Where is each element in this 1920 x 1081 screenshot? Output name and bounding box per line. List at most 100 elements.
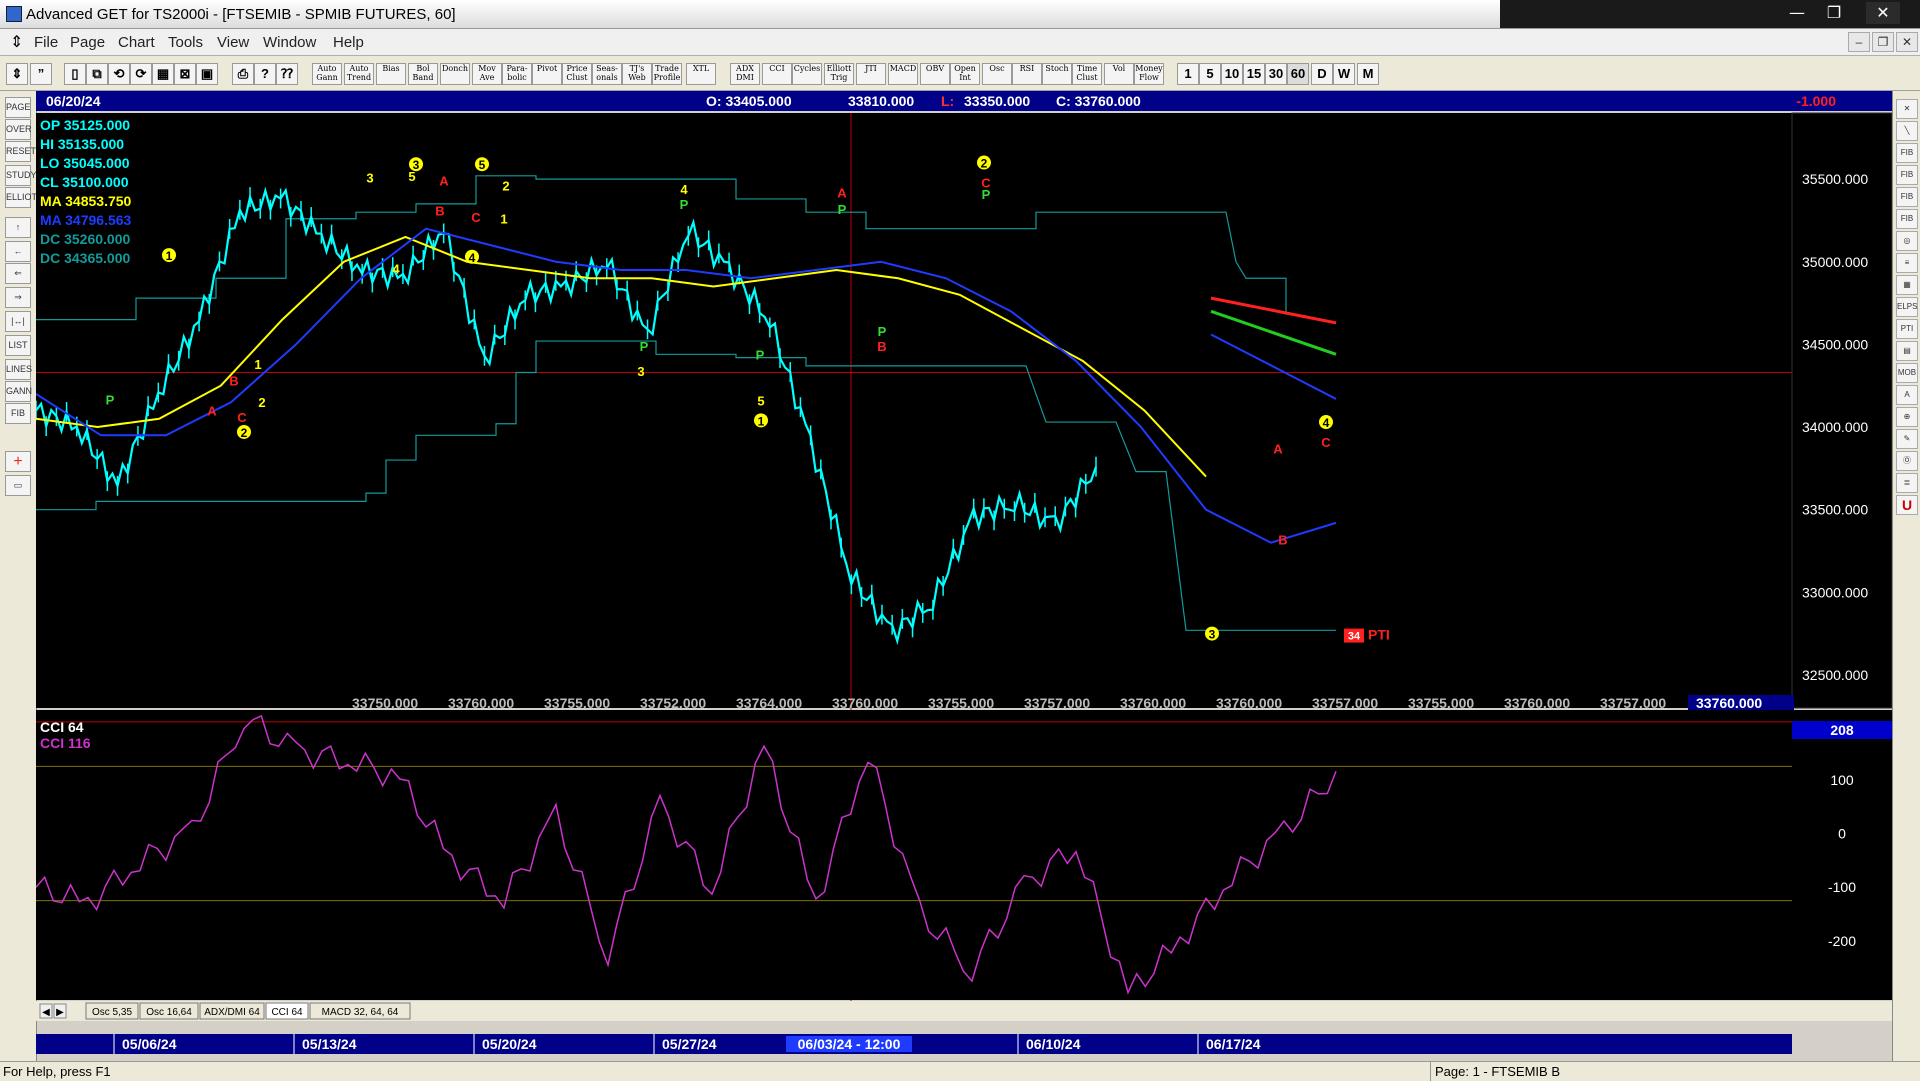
right-tool-13[interactable]: A <box>1896 385 1918 405</box>
mdi-restore-button[interactable]: ❐ <box>1872 32 1894 52</box>
help-icon[interactable]: ? <box>254 63 276 85</box>
quote-icon[interactable]: ” <box>30 63 52 85</box>
study-button-5[interactable]: Mov Ave <box>472 63 502 85</box>
menu-tools[interactable]: Tools <box>168 34 203 51</box>
right-tool-7[interactable]: ≡ <box>1896 253 1918 273</box>
study-button-19[interactable]: OBV <box>920 63 950 85</box>
study-button-24[interactable]: Time Clust <box>1072 63 1102 85</box>
left-tool-13[interactable]: FIB <box>5 403 31 424</box>
cci-pane[interactable] <box>36 710 1792 1000</box>
price-pane[interactable] <box>36 113 1892 708</box>
left-tool-7[interactable]: ⇐ <box>5 263 31 284</box>
right-tool-17[interactable]: ≣ <box>1896 473 1918 493</box>
study-button-11[interactable]: Trade Profile <box>652 63 682 85</box>
delete-icon[interactable]: ⊠ <box>174 63 196 85</box>
grid-icon[interactable]: ▦ <box>152 63 174 85</box>
timeframe-button-W[interactable]: W <box>1333 63 1355 85</box>
study-button-8[interactable]: Price Clust <box>562 63 592 85</box>
timeframe-button-60[interactable]: 60 <box>1287 63 1309 85</box>
chart-area[interactable]: 06/20/24 O: 33405.000 33810.000 L: 33350… <box>36 91 1892 1061</box>
study-button-22[interactable]: RSI <box>1012 63 1042 85</box>
right-tool-16[interactable]: Ⓞ <box>1896 451 1918 471</box>
timeframe-button-1[interactable]: 1 <box>1177 63 1199 85</box>
right-tool-3[interactable]: FIB RET <box>1896 165 1918 197</box>
timeframe-button-15[interactable]: 15 <box>1243 63 1265 85</box>
left-tool-4[interactable]: ELLIOT <box>5 187 37 208</box>
menu-view[interactable]: View <box>217 34 249 51</box>
left-tool-2[interactable]: RESET <box>5 141 36 162</box>
right-tool-14[interactable]: ⊕ <box>1896 407 1918 427</box>
study-button-12[interactable]: XTL <box>686 63 716 85</box>
left-tool-5[interactable]: ↑ <box>5 217 31 238</box>
right-tool-10[interactable]: PTI <box>1896 319 1918 339</box>
new-page-icon[interactable]: ▯ <box>64 63 86 85</box>
left-tool-10[interactable]: LIST <box>5 335 31 356</box>
study-button-13[interactable]: ADX DMI <box>730 63 760 85</box>
study-button-9[interactable]: Seas- onals <box>592 63 622 85</box>
context-help-icon[interactable]: ⁇ <box>276 63 298 85</box>
left-tool-12[interactable]: GANN <box>5 381 32 402</box>
timeframe-button-M[interactable]: M <box>1357 63 1379 85</box>
study-button-0[interactable]: Auto Gann <box>312 63 342 85</box>
left-tool-11[interactable]: LINES <box>5 359 32 380</box>
study-button-14[interactable]: CCI <box>762 63 792 85</box>
left-tool-15[interactable]: ▭ <box>5 475 31 496</box>
study-button-7[interactable]: Pivot <box>532 63 562 85</box>
close-button[interactable]: ✕ <box>1866 2 1900 24</box>
refresh-icon[interactable]: ⟲ <box>108 63 130 85</box>
timeframe-button-D[interactable]: D <box>1311 63 1333 85</box>
study-button-17[interactable]: JTI <box>856 63 886 85</box>
print-icon[interactable]: ⎙ <box>232 63 254 85</box>
link-icon[interactable]: ⇕ <box>6 63 28 85</box>
study-button-16[interactable]: Elliott Trig <box>824 63 854 85</box>
timeframe-button-10[interactable]: 10 <box>1221 63 1243 85</box>
study-button-15[interactable]: Cycles <box>792 63 822 85</box>
right-tool-8[interactable]: ▦ <box>1896 275 1918 295</box>
study-button-6[interactable]: Para- bolic <box>502 63 532 85</box>
study-button-10[interactable]: TJ's Web <box>622 63 652 85</box>
study-button-26[interactable]: Money Flow <box>1134 63 1164 85</box>
left-tool-3[interactable]: STUDY <box>5 165 37 186</box>
save-icon[interactable]: ▣ <box>196 63 218 85</box>
right-tool-6[interactable]: ◎ <box>1896 231 1918 251</box>
right-tool-5[interactable]: FIB TIME <box>1896 209 1918 241</box>
study-button-25[interactable]: Vol <box>1104 63 1134 85</box>
maximize-button[interactable]: ❐ <box>1817 2 1851 24</box>
timeframe-button-5[interactable]: 5 <box>1199 63 1221 85</box>
menu-file[interactable]: File <box>34 34 58 51</box>
wave-label: P <box>838 202 847 217</box>
study-button-2[interactable]: Bias <box>376 63 406 85</box>
right-tool-1[interactable]: ╲ <box>1896 121 1918 141</box>
study-button-1[interactable]: Auto Trend <box>344 63 374 85</box>
left-tool-9[interactable]: |↔| <box>5 311 31 332</box>
minimize-button[interactable]: — <box>1780 2 1814 24</box>
refresh-all-icon[interactable]: ⟳ <box>130 63 152 85</box>
mdi-close-button[interactable]: ✕ <box>1896 32 1918 52</box>
study-button-21[interactable]: Osc <box>982 63 1012 85</box>
copy-icon[interactable]: ⧉ <box>86 63 108 85</box>
left-tool-8[interactable]: ⇒ <box>5 287 31 308</box>
timeframe-button-30[interactable]: 30 <box>1265 63 1287 85</box>
menu-window[interactable]: Window <box>263 34 316 51</box>
study-button-18[interactable]: MACD <box>888 63 918 85</box>
right-tool-9[interactable]: ELPS <box>1896 297 1918 317</box>
study-button-4[interactable]: Donch <box>440 63 470 85</box>
menu-help[interactable]: Help <box>333 34 364 51</box>
right-tool-11[interactable]: ▤ <box>1896 341 1918 361</box>
left-tool-1[interactable]: OVER <box>5 119 32 140</box>
mdi-minimize-button[interactable]: – <box>1848 32 1870 52</box>
left-tool-14[interactable]: + <box>5 451 31 472</box>
right-tool-2[interactable]: FIB <box>1896 143 1918 163</box>
study-button-23[interactable]: Stoch <box>1042 63 1072 85</box>
menu-page[interactable]: Page <box>70 34 105 51</box>
study-button-20[interactable]: Open Int <box>950 63 980 85</box>
right-tool-0[interactable]: ✕ <box>1896 99 1918 119</box>
right-tool-18[interactable]: U <box>1896 495 1918 515</box>
study-button-3[interactable]: Bol Band <box>408 63 438 85</box>
right-tool-15[interactable]: ✎ <box>1896 429 1918 449</box>
left-tool-0[interactable]: PAGE <box>5 97 31 118</box>
left-tool-6[interactable]: ← <box>5 241 31 262</box>
right-tool-4[interactable]: FIB EXT <box>1896 187 1918 219</box>
menu-chart[interactable]: Chart <box>118 34 155 51</box>
right-tool-12[interactable]: MOB <box>1896 363 1918 383</box>
